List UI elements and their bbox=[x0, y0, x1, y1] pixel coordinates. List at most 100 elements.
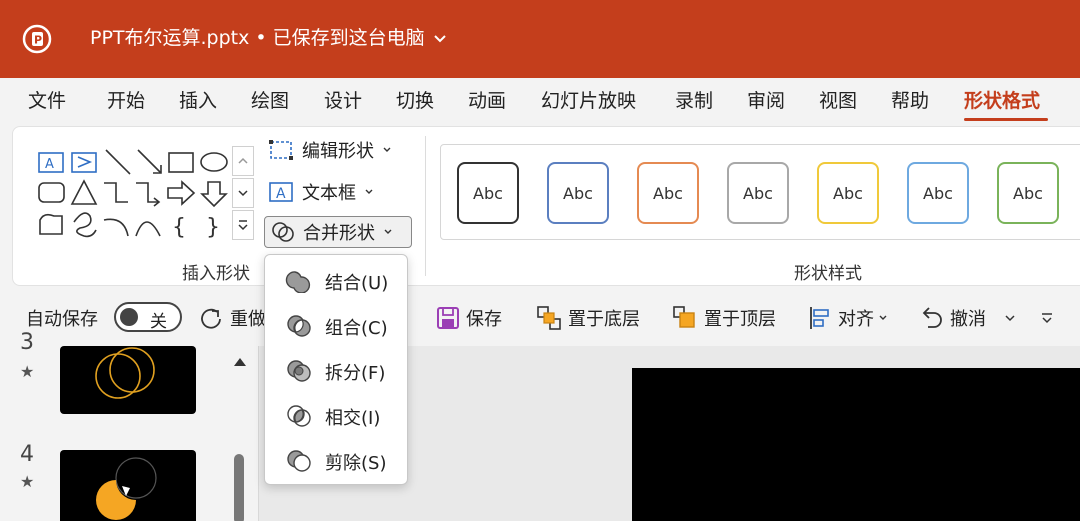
undo-icon bbox=[922, 307, 942, 328]
svg-text:P: P bbox=[34, 34, 42, 47]
down-arrow-shape-icon bbox=[200, 181, 228, 208]
shape-gallery[interactable]: A { } bbox=[34, 146, 256, 242]
tab-shape-format[interactable]: 形状格式 bbox=[964, 88, 1040, 114]
curve-shape-icon bbox=[135, 221, 161, 237]
text-box-icon: A bbox=[269, 182, 293, 202]
title-bar: P PPT布尔运算.pptx • 已保存到这台电脑 bbox=[0, 0, 1080, 78]
tab-animations[interactable]: 动画 bbox=[468, 88, 506, 114]
expand-gallery-icon bbox=[238, 220, 248, 231]
elbow-connector-shape-icon bbox=[104, 182, 128, 203]
chevron-down-icon bbox=[1005, 315, 1015, 322]
autosave-label: 自动保存 bbox=[26, 309, 98, 330]
tab-draw[interactable]: 绘图 bbox=[251, 88, 289, 114]
document-title[interactable]: PPT布尔运算.pptx • 已保存到这台电脑 bbox=[90, 24, 425, 52]
text-box-shape-icon: A bbox=[38, 152, 64, 173]
save-icon bbox=[437, 307, 459, 329]
chevron-down-icon bbox=[383, 147, 391, 152]
ribbon-tabs: 文件 开始 插入 绘图 设计 切换 动画 幻灯片放映 录制 审阅 视图 帮助 形… bbox=[0, 78, 1080, 124]
merge-shapes-menu: 结合(U) 组合(C) 拆分(F) 相交(I) 剪除(S) bbox=[264, 254, 408, 485]
oval-shape-icon bbox=[200, 152, 228, 172]
customize-toolbar-button[interactable] bbox=[1040, 303, 1054, 333]
svg-text:A: A bbox=[276, 186, 286, 202]
triangle-shape-icon bbox=[70, 179, 98, 205]
tab-file[interactable]: 文件 bbox=[28, 88, 66, 114]
shape-style-swatch[interactable]: Abc bbox=[727, 162, 789, 224]
menu-item-combine[interactable]: 组合(C) bbox=[265, 306, 409, 346]
text-box-button[interactable]: A 文本框 bbox=[268, 176, 374, 208]
subtract-icon bbox=[287, 450, 311, 472]
ribbon-separator bbox=[425, 136, 426, 276]
chevron-down-icon[interactable] bbox=[432, 30, 448, 46]
thumbnails-scrollbar[interactable] bbox=[226, 346, 254, 521]
undo-button[interactable]: 撤消 bbox=[918, 303, 986, 333]
menu-item-intersect[interactable]: 相交(I) bbox=[265, 396, 409, 436]
align-button[interactable]: 对齐 bbox=[808, 303, 888, 333]
chevron-up-icon bbox=[238, 157, 248, 164]
shape-styles-group-label: 形状样式 bbox=[794, 264, 862, 284]
union-icon bbox=[285, 271, 311, 293]
active-tab-indicator bbox=[964, 118, 1048, 121]
tab-transitions[interactable]: 切换 bbox=[396, 88, 434, 114]
toggle-knob bbox=[120, 308, 138, 326]
chevron-down-icon bbox=[384, 229, 392, 234]
tab-slide-show[interactable]: 幻灯片放映 bbox=[541, 88, 636, 114]
autosave-toggle[interactable]: 关 bbox=[114, 302, 182, 332]
left-brace-shape-icon: { bbox=[172, 215, 186, 240]
bring-to-front-icon bbox=[673, 306, 695, 328]
slide-preview-shape bbox=[96, 457, 157, 520]
tab-help[interactable]: 帮助 bbox=[891, 88, 929, 114]
tab-review[interactable]: 审阅 bbox=[747, 88, 785, 114]
slide-thumbnail[interactable] bbox=[60, 450, 196, 521]
shape-style-swatch[interactable]: Abc bbox=[997, 162, 1059, 224]
menu-item-fragment[interactable]: 拆分(F) bbox=[265, 351, 409, 391]
powerpoint-app-icon[interactable]: P bbox=[22, 24, 52, 54]
menu-item-subtract[interactable]: 剪除(S) bbox=[265, 441, 409, 481]
send-to-back-button[interactable]: 置于底层 bbox=[536, 303, 640, 333]
chevron-down-icon bbox=[238, 190, 248, 197]
bring-to-front-button[interactable]: 置于顶层 bbox=[672, 303, 776, 333]
gallery-scroll-down-button[interactable] bbox=[232, 178, 254, 208]
slide-transition-star: ★ bbox=[20, 472, 35, 491]
edit-shape-button[interactable]: 编辑形状 bbox=[268, 134, 392, 166]
shape-style-swatch[interactable]: Abc bbox=[547, 162, 609, 224]
right-arrow-shape-icon bbox=[167, 180, 196, 206]
shape-style-swatch[interactable]: Abc bbox=[457, 162, 519, 224]
elbow-arrow-connector-shape-icon bbox=[136, 182, 161, 207]
tab-home[interactable]: 开始 bbox=[107, 88, 145, 114]
shape-gallery-scroll bbox=[232, 146, 256, 242]
right-brace-shape-icon: } bbox=[206, 215, 220, 240]
shape-style-swatch[interactable]: Abc bbox=[637, 162, 699, 224]
redo-button[interactable]: 重做 bbox=[198, 303, 266, 333]
undo-dropdown-button[interactable] bbox=[1004, 303, 1016, 333]
save-button[interactable]: 保存 bbox=[436, 303, 502, 333]
current-slide[interactable] bbox=[632, 368, 1080, 521]
tab-record[interactable]: 录制 bbox=[675, 88, 713, 114]
slide-number: 4 bbox=[20, 442, 34, 467]
slide-thumbnail[interactable] bbox=[60, 346, 196, 414]
fragment-icon bbox=[287, 360, 311, 382]
tab-view[interactable]: 视图 bbox=[819, 88, 857, 114]
shape-style-swatch[interactable]: Abc bbox=[817, 162, 879, 224]
intersect-icon bbox=[287, 405, 311, 427]
align-left-icon bbox=[810, 307, 829, 329]
gallery-more-button[interactable] bbox=[232, 210, 254, 240]
chevron-down-icon bbox=[879, 315, 887, 320]
autosave-state: 关 bbox=[150, 312, 167, 332]
menu-item-union[interactable]: 结合(U) bbox=[265, 261, 409, 301]
tab-design[interactable]: 设计 bbox=[324, 88, 362, 114]
gallery-scroll-up-button[interactable] bbox=[232, 146, 254, 176]
arrow-line-shape-icon bbox=[137, 149, 162, 174]
tab-insert[interactable]: 插入 bbox=[179, 88, 217, 114]
merge-shapes-icon bbox=[272, 222, 294, 242]
svg-text:A: A bbox=[45, 157, 54, 172]
arc-shape-icon bbox=[103, 218, 129, 237]
shape-style-swatch[interactable]: Abc bbox=[907, 162, 969, 224]
slide-number: 3 bbox=[20, 330, 34, 355]
vertical-text-box-shape-icon bbox=[71, 152, 97, 173]
send-to-back-icon bbox=[537, 306, 561, 330]
merge-shapes-button[interactable]: 合并形状 bbox=[264, 216, 412, 248]
line-shape-icon bbox=[105, 149, 131, 175]
chevron-down-icon bbox=[365, 189, 373, 194]
customize-toolbar-icon bbox=[1042, 313, 1052, 324]
scribble-shape-icon bbox=[73, 212, 97, 238]
